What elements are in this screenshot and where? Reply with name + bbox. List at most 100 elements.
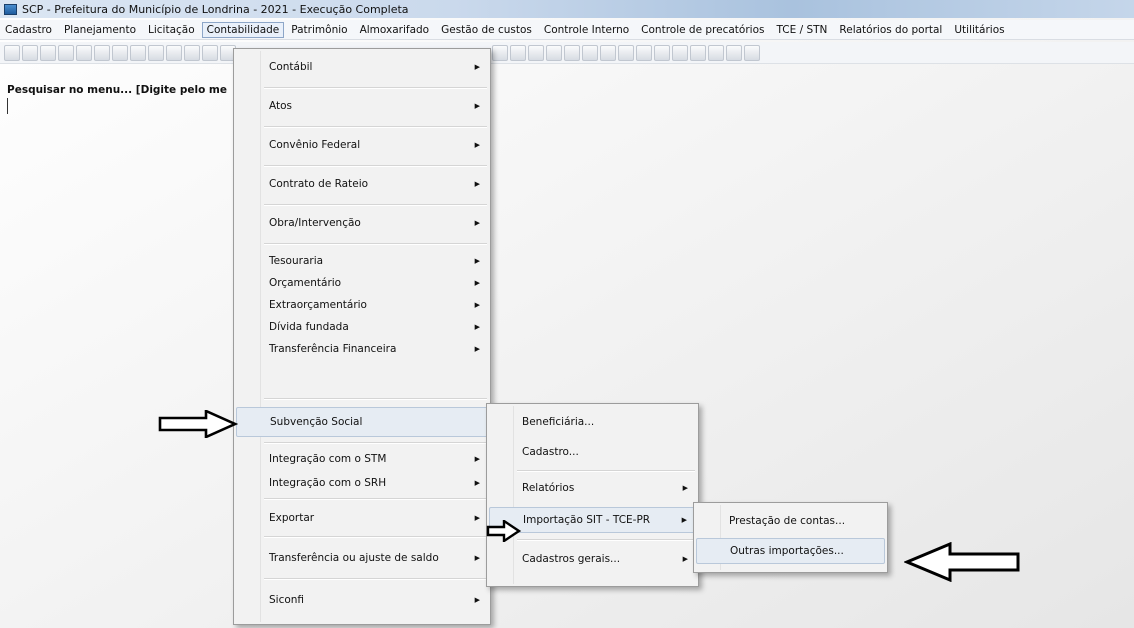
menu-bar: Cadastro Planejamento Licitação Contabilida… [0,20,1134,40]
menu-item-label: Relatórios [522,482,575,494]
toolbar-button-icon[interactable] [184,45,200,61]
menu-item-contabil[interactable]: Contábil ▶ [236,55,488,79]
menu-item-convenio-federal[interactable]: Convênio Federal ▶ [236,133,488,157]
menu-tce-stn[interactable]: TCE / STN [771,22,832,38]
toolbar-button-icon[interactable] [166,45,182,61]
menu-separator [264,536,487,538]
toolbar-button-icon[interactable] [58,45,74,61]
menu-item-atos[interactable]: Atos ▶ [236,94,488,118]
menu-item-outras-importacoes[interactable]: Outras importações... [696,538,885,564]
toolbar-button-icon[interactable] [546,45,562,61]
toolbar-button-icon[interactable] [600,45,616,61]
toolbar-button-icon[interactable] [618,45,634,61]
menu-planejamento[interactable]: Planejamento [59,22,141,38]
menu-item-cadastros-gerais[interactable]: Cadastros gerais... ▶ [489,546,696,572]
submenu-arrow-icon: ▶ [474,455,480,463]
submenu-arrow-icon: ▶ [474,323,480,331]
pointer-arrow-outras-importacoes-icon [904,542,1020,582]
toolbar-button-icon[interactable] [564,45,580,61]
toolbar-button-icon[interactable] [202,45,218,61]
toolbar-button-icon[interactable] [148,45,164,61]
window-title: SCP - Prefeitura do Município de Londrin… [22,2,409,16]
menu-search-label: Pesquisar no menu... [Digite pelo me [7,84,227,96]
toolbar-button-icon[interactable] [510,45,526,61]
toolbar-button-icon[interactable] [94,45,110,61]
menu-item-tesouraria[interactable]: Tesouraria ▶ [236,250,488,272]
toolbar-button-icon[interactable] [654,45,670,61]
menu-relatorios-do-portal[interactable]: Relatórios do portal [834,22,947,38]
submenu-arrow-icon: ▶ [474,257,480,265]
submenu-arrow-icon: ▶ [474,180,480,188]
menu-search-input[interactable] [7,98,232,114]
menu-item-transferencia-ou-ajuste-de-saldo[interactable]: Transferência ou ajuste de saldo ▶ [236,541,488,575]
menu-item-label: Contrato de Rateio [269,178,369,190]
menu-item-relatorios[interactable]: Relatórios ▶ [489,476,696,500]
menu-utilitarios[interactable]: Utilitários [949,22,1009,38]
menu-controle-de-precatorios[interactable]: Controle de precatórios [636,22,769,38]
menu-item-label: Exportar [269,512,315,524]
menu-separator [264,165,487,167]
menu-item-contrato-de-rateio[interactable]: Contrato de Rateio ▶ [236,172,488,196]
menu-item-label: Outras importações... [730,545,844,557]
menu-cadastro[interactable]: Cadastro [0,22,57,38]
menu-item-subvencao-social[interactable]: Subvenção Social [236,407,488,437]
toolbar-button-icon[interactable] [672,45,688,61]
toolbar-button-icon[interactable] [4,45,20,61]
submenu-arrow-icon: ▶ [681,516,687,524]
menu-item-integracao-com-o-stm[interactable]: Integração com o STM ▶ [236,447,488,471]
menu-item-label: Cadastros gerais... [522,553,621,565]
menu-item-label: Cadastro... [522,446,579,458]
menu-separator [264,243,487,245]
menu-item-extraorcamentario[interactable]: Extraorçamentário ▶ [236,294,488,316]
toolbar-button-icon[interactable] [130,45,146,61]
menu-item-prestacao-de-contas[interactable]: Prestação de contas... [696,508,885,534]
toolbar-button-icon[interactable] [636,45,652,61]
menu-contabilidade[interactable]: Contabilidade [201,21,285,38]
menu-almoxarifado[interactable]: Almoxarifado [355,22,435,38]
toolbar-button-icon[interactable] [744,45,760,61]
menu-patrimonio[interactable]: Patrimônio [286,22,352,38]
submenu-arrow-icon: ▶ [474,279,480,287]
menu-separator [264,398,487,400]
menu-item-transferencia-financeira[interactable]: Transferência Financeira ▶ [236,338,488,360]
menu-controle-interno[interactable]: Controle Interno [539,22,634,38]
toolbar-button-icon[interactable] [582,45,598,61]
menu-item-label: Transferência Financeira [269,343,397,355]
menu-item-cadastro[interactable]: Cadastro... [489,440,696,464]
menu-item-label: Contábil [269,61,313,73]
submenu-arrow-icon: ▶ [682,484,688,492]
submenu-arrow-icon: ▶ [682,555,688,563]
menu-item-label: Extraorçamentário [269,299,367,311]
menu-separator [517,470,695,472]
subvencao-social-submenu: Beneficiária... Cadastro... Relatórios ▶ Imp… [486,403,699,587]
toolbar-button-icon[interactable] [726,45,742,61]
menu-item-divida-fundada[interactable]: Dívida fundada ▶ [236,316,488,338]
menu-item-integracao-com-o-srh[interactable]: Integração com o SRH ▶ [236,471,488,495]
menu-item-obra-intervencao[interactable]: Obra/Intervenção ▶ [236,211,488,235]
menu-item-beneficiaria[interactable]: Beneficiária... [489,410,696,434]
menu-item-orcamentario[interactable]: Orçamentário ▶ [236,272,488,294]
toolbar-button-icon[interactable] [492,45,508,61]
menu-separator [264,442,487,444]
app-icon [4,3,17,15]
menu-item-label: Dívida fundada [269,321,349,333]
pointer-arrow-subvencao-icon [158,410,238,438]
menu-gestao-de-custos[interactable]: Gestão de custos [436,22,537,38]
toolbar-button-icon[interactable] [112,45,128,61]
menu-item-exportar[interactable]: Exportar ▶ [236,503,488,533]
menu-separator [264,204,487,206]
submenu-arrow-icon: ▶ [474,63,480,71]
menu-item-label: Obra/Intervenção [269,217,361,229]
toolbar-button-icon[interactable] [76,45,92,61]
submenu-arrow-icon: ▶ [474,514,480,522]
toolbar-button-icon[interactable] [708,45,724,61]
toolbar-button-icon[interactable] [40,45,56,61]
toolbar-button-icon[interactable] [528,45,544,61]
menu-item-siconfi[interactable]: Siconfi ▶ [236,583,488,617]
toolbar-button-icon[interactable] [22,45,38,61]
pointer-arrow-importacao-icon [486,520,522,542]
toolbar-button-icon[interactable] [690,45,706,61]
menu-licitacao[interactable]: Licitação [143,22,200,38]
menu-item-label: Siconfi [269,594,305,606]
title-bar: SCP - Prefeitura do Município de Londrin… [0,0,1134,18]
